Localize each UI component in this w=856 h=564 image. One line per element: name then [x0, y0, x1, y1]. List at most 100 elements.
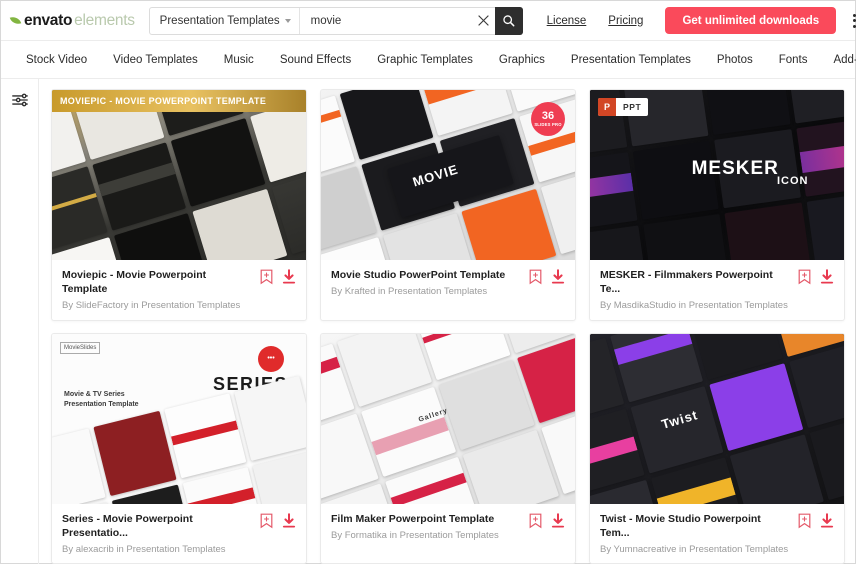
- envato-elements-search-page: envato elements Presentation Templates m…: [0, 0, 856, 564]
- save-to-collection-button[interactable]: [260, 269, 273, 285]
- card-actions: [529, 512, 565, 529]
- download-icon: [551, 269, 565, 284]
- top-bar: envato elements Presentation Templates m…: [1, 1, 856, 41]
- download-button[interactable]: [551, 512, 565, 529]
- filter-sliders-icon[interactable]: [11, 91, 29, 109]
- thumbnail-ribbon: MOVIEPIC - MOVIE POWERPOINT TEMPLATE: [52, 90, 306, 112]
- result-card[interactable]: MESKER ICON P PPT MESKER - Filmmakers Po…: [589, 89, 845, 321]
- catnav-item-fonts[interactable]: Fonts: [766, 54, 821, 66]
- thumbnail-badge: •••: [258, 345, 284, 372]
- search-category-label: Presentation Templates: [159, 14, 280, 27]
- card-title[interactable]: Series - Movie Powerpoint Presentatio...: [62, 512, 254, 540]
- card-thumbnail[interactable]: MOVIEPIC - MOVIE POWERPOINT TEMPLATE: [52, 90, 306, 260]
- download-button[interactable]: [820, 269, 834, 285]
- nav-link-pricing[interactable]: Pricing: [608, 15, 643, 27]
- save-to-collection-button[interactable]: [798, 513, 811, 529]
- slides-count-number: 36: [541, 109, 555, 122]
- card-thumbnail[interactable]: Gallery: [321, 333, 575, 504]
- save-to-collection-button[interactable]: [798, 269, 811, 285]
- catnav-item-graphic-templates[interactable]: Graphic Templates: [364, 54, 486, 66]
- powerpoint-icon: P: [598, 98, 616, 116]
- card-thumbnail[interactable]: MovieSlides ••• SERIES Movie & TV Series…: [52, 333, 306, 504]
- card-meta: Movie Studio PowerPoint Template By Kraf…: [321, 260, 575, 309]
- search-category-dropdown[interactable]: Presentation Templates: [150, 7, 300, 34]
- download-icon: [551, 512, 565, 527]
- card-title[interactable]: Moviepic - Movie Powerpoint Template: [62, 268, 254, 296]
- save-to-collection-button[interactable]: [529, 513, 542, 529]
- page-body: MOVIEPIC - MOVIE POWERPOINT TEMPLATE Mov…: [1, 79, 855, 564]
- bookmark-add-icon: [260, 513, 273, 528]
- save-to-collection-button[interactable]: [260, 513, 273, 529]
- slides-count-caption: SLIDES PRO: [534, 121, 562, 127]
- catnav-item-photos[interactable]: Photos: [704, 54, 766, 66]
- thumbnail-caption: Movie & TV Series Presentation Template: [64, 390, 139, 409]
- thumbnail-logo-text: MovieSlides: [60, 341, 101, 354]
- download-button[interactable]: [282, 269, 296, 285]
- filter-rail: [1, 79, 39, 564]
- card-meta: Twist - Movie Studio Powerpoint Tem... B…: [590, 504, 844, 564]
- search-input[interactable]: [299, 7, 473, 34]
- thumbnail-headline: MESKER: [691, 158, 779, 179]
- leaf-icon: [9, 14, 22, 27]
- catnav-item-add-ons[interactable]: Add-ons: [820, 54, 856, 66]
- catnav-item-presentation-templates[interactable]: Presentation Templates: [558, 54, 704, 66]
- card-actions: [260, 268, 296, 285]
- card-actions: [798, 512, 834, 529]
- card-thumbnail[interactable]: MESKER ICON P PPT: [590, 90, 844, 260]
- card-actions: [798, 268, 834, 285]
- card-author: By MasdikaStudio in Presentation Templat…: [600, 300, 788, 312]
- card-title[interactable]: Movie Studio PowerPoint Template: [331, 268, 523, 282]
- slides-count-badge: 36 SLIDES PRO: [531, 102, 565, 136]
- nav-link-license[interactable]: License: [547, 15, 587, 27]
- result-card[interactable]: MOVIEPIC - MOVIE POWERPOINT TEMPLATE Mov…: [51, 89, 307, 321]
- result-card[interactable]: Twist Twist - Movie Studio Powerpoint Te…: [589, 332, 845, 564]
- card-actions: [260, 512, 296, 529]
- card-author: By Krafted in Presentation Templates: [331, 286, 488, 298]
- card-thumbnail[interactable]: Twist: [590, 333, 844, 504]
- get-unlimited-downloads-button[interactable]: Get unlimited downloads: [665, 7, 837, 34]
- catnav-item-stock-video[interactable]: Stock Video: [13, 54, 100, 66]
- top-nav-links: License Pricing: [547, 15, 644, 27]
- catnav-item-graphics[interactable]: Graphics: [486, 54, 558, 66]
- category-nav: Stock Video Video Templates Music Sound …: [1, 41, 856, 79]
- bookmark-add-icon: [260, 269, 273, 285]
- download-button[interactable]: [282, 512, 296, 529]
- search-bar: Presentation Templates: [148, 6, 523, 35]
- bookmark-add-icon: [529, 269, 542, 285]
- result-card[interactable]: Gallery Film Maker Powerpoint Template B…: [320, 332, 576, 564]
- card-meta: MESKER - Filmmakers Powerpoint Te... By …: [590, 260, 844, 320]
- download-icon: [820, 269, 834, 284]
- download-button[interactable]: [551, 269, 565, 285]
- download-icon: [282, 512, 296, 527]
- catnav-item-video-templates[interactable]: Video Templates: [100, 54, 211, 66]
- bookmark-add-icon: [798, 269, 811, 285]
- clear-search-button[interactable]: [473, 14, 495, 27]
- logo-product: elements: [74, 11, 135, 29]
- card-title[interactable]: Twist - Movie Studio Powerpoint Tem...: [600, 512, 792, 540]
- more-menu-button[interactable]: [848, 10, 856, 32]
- card-title[interactable]: Film Maker Powerpoint Template: [331, 512, 523, 526]
- search-icon: [503, 15, 515, 27]
- format-badge: P PPT: [598, 98, 649, 116]
- catnav-item-sound-effects[interactable]: Sound Effects: [267, 54, 364, 66]
- chevron-down-icon: [284, 18, 291, 23]
- format-badge-label: PPT: [623, 102, 642, 112]
- thumbnail-secondary-text: ICON: [776, 175, 809, 187]
- card-title[interactable]: MESKER - Filmmakers Powerpoint Te...: [600, 268, 792, 296]
- result-card[interactable]: MOVIE 36 SLIDES PRO Movie Studio PowerPo…: [320, 89, 576, 321]
- card-author: By Formatika in Presentation Templates: [331, 529, 499, 541]
- catnav-item-music[interactable]: Music: [211, 54, 267, 66]
- logo[interactable]: envato elements: [9, 11, 135, 30]
- search-submit-button[interactable]: [494, 6, 523, 35]
- save-to-collection-button[interactable]: [529, 269, 542, 285]
- thumbnail-ribbon-text: MOVIEPIC - MOVIE POWERPOINT TEMPLATE: [60, 96, 267, 106]
- download-button[interactable]: [820, 512, 834, 529]
- bookmark-add-icon: [529, 513, 542, 528]
- card-author: By Yumnacreative in Presentation Templat…: [600, 543, 789, 555]
- card-meta: Series - Movie Powerpoint Presentatio...…: [52, 504, 306, 564]
- result-card[interactable]: MovieSlides ••• SERIES Movie & TV Series…: [51, 332, 307, 564]
- card-thumbnail[interactable]: MOVIE 36 SLIDES PRO: [321, 90, 575, 260]
- card-actions: [529, 268, 565, 285]
- close-icon: [478, 15, 489, 26]
- card-author: By alexacrib in Presentation Templates: [62, 543, 226, 555]
